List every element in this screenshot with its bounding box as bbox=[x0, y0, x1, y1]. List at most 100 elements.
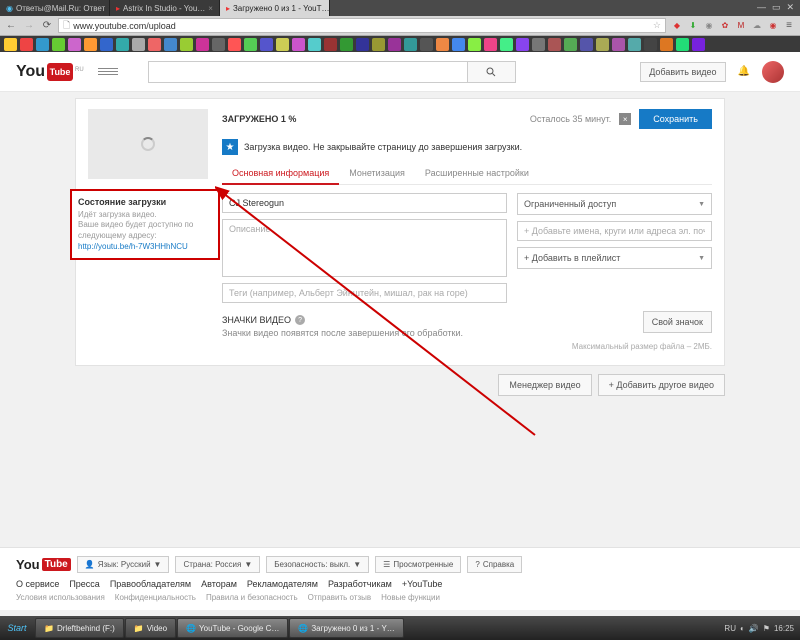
bookmark-icon[interactable] bbox=[372, 38, 385, 51]
footer-link[interactable]: Правообладателям bbox=[110, 579, 191, 589]
bookmark-icon[interactable] bbox=[52, 38, 65, 51]
add-another-video-button[interactable]: + Добавить другое видео bbox=[598, 374, 725, 396]
history-button[interactable]: ☰ Просмотренные bbox=[375, 556, 461, 573]
bookmark-icon[interactable] bbox=[4, 38, 17, 51]
taskbar-item[interactable]: 📁 Drleftbehind (F:) bbox=[35, 618, 124, 638]
taskbar-item[interactable]: 🌐 Загружено 0 из 1 - Y… bbox=[289, 618, 403, 638]
bookmark-icon[interactable] bbox=[356, 38, 369, 51]
footer-link[interactable]: Авторам bbox=[201, 579, 237, 589]
footer-link[interactable]: Разработчикам bbox=[328, 579, 392, 589]
footer-link[interactable]: Правила и безопасность bbox=[206, 593, 298, 602]
bookmark-icon[interactable] bbox=[148, 38, 161, 51]
bookmark-icon[interactable] bbox=[468, 38, 481, 51]
minimize-icon[interactable]: — bbox=[757, 2, 766, 14]
bookmark-icon[interactable] bbox=[404, 38, 417, 51]
privacy-select[interactable]: Ограниченный доступ▼ bbox=[517, 193, 712, 215]
ext-icon[interactable]: M bbox=[734, 19, 748, 33]
bookmark-icon[interactable] bbox=[388, 38, 401, 51]
bookmark-icon[interactable] bbox=[164, 38, 177, 51]
language-button[interactable]: 👤 Язык: Русский ▼ bbox=[77, 556, 170, 573]
footer-link[interactable]: Отправить отзыв bbox=[308, 593, 372, 602]
star-icon[interactable]: ☆ bbox=[653, 20, 661, 31]
bookmark-icon[interactable] bbox=[324, 38, 337, 51]
taskbar-item[interactable]: 📁 Video bbox=[125, 618, 176, 638]
browser-tab[interactable]: ▸Astrix In Studio - You…× bbox=[110, 0, 220, 16]
bookmark-icon[interactable] bbox=[340, 38, 353, 51]
bell-icon[interactable]: 🔔 bbox=[738, 66, 750, 77]
bookmark-icon[interactable] bbox=[548, 38, 561, 51]
add-to-playlist-button[interactable]: + Добавить в плейлист▼ bbox=[517, 247, 712, 269]
bookmark-icon[interactable] bbox=[180, 38, 193, 51]
tab-advanced[interactable]: Расширенные настройки bbox=[415, 163, 539, 184]
bookmark-icon[interactable] bbox=[292, 38, 305, 51]
reload-icon[interactable]: ⟳ bbox=[40, 19, 54, 33]
bookmark-icon[interactable] bbox=[196, 38, 209, 51]
bookmark-icon[interactable] bbox=[20, 38, 33, 51]
video-tags-input[interactable] bbox=[222, 283, 507, 303]
footer-link[interactable]: Условия использования bbox=[16, 593, 105, 602]
bookmark-icon[interactable] bbox=[420, 38, 433, 51]
bookmark-icon[interactable] bbox=[68, 38, 81, 51]
safety-button[interactable]: Безопасность: выкл. ▼ bbox=[266, 556, 369, 573]
search-input[interactable] bbox=[148, 61, 468, 83]
ext-icon[interactable]: ⬇ bbox=[686, 19, 700, 33]
bookmark-icon[interactable] bbox=[484, 38, 497, 51]
bookmark-icon[interactable] bbox=[260, 38, 273, 51]
footer-link[interactable]: О сервисе bbox=[16, 579, 59, 589]
bookmark-icon[interactable] bbox=[84, 38, 97, 51]
ext-icon[interactable]: ✿ bbox=[718, 19, 732, 33]
footer-link[interactable]: +YouTube bbox=[402, 579, 443, 589]
share-with-input[interactable] bbox=[517, 221, 712, 241]
bookmark-icon[interactable] bbox=[500, 38, 513, 51]
close-icon[interactable]: ✕ bbox=[786, 2, 794, 14]
ext-icon[interactable]: ☁ bbox=[750, 19, 764, 33]
video-title-input[interactable] bbox=[222, 193, 507, 213]
bookmark-icon[interactable] bbox=[132, 38, 145, 51]
ext-icon[interactable]: ◉ bbox=[766, 19, 780, 33]
bookmark-icon[interactable] bbox=[628, 38, 641, 51]
video-url-link[interactable]: http://youtu.be/h-7W3HHhNCU bbox=[78, 242, 188, 251]
browser-tab[interactable]: ◉Ответы@Mail.Ru: Ответ× bbox=[0, 0, 110, 16]
bookmark-icon[interactable] bbox=[436, 38, 449, 51]
bookmark-icon[interactable] bbox=[244, 38, 257, 51]
back-icon[interactable]: ← bbox=[4, 19, 18, 33]
footer-link[interactable]: Конфиденциальность bbox=[115, 593, 196, 602]
bookmark-icon[interactable] bbox=[532, 38, 545, 51]
maximize-icon[interactable]: ▭ bbox=[772, 2, 781, 14]
bookmark-icon[interactable] bbox=[564, 38, 577, 51]
bookmark-icon[interactable] bbox=[644, 38, 657, 51]
youtube-logo[interactable]: You Tube RU bbox=[16, 63, 84, 81]
upload-video-button[interactable]: Добавить видео bbox=[640, 62, 725, 82]
bookmark-icon[interactable] bbox=[212, 38, 225, 51]
guide-menu-icon[interactable] bbox=[98, 63, 118, 81]
bookmark-icon[interactable] bbox=[116, 38, 129, 51]
ext-icon[interactable]: ◉ bbox=[702, 19, 716, 33]
bookmark-icon[interactable] bbox=[596, 38, 609, 51]
search-button[interactable] bbox=[468, 61, 516, 83]
cancel-upload-icon[interactable]: × bbox=[619, 113, 631, 125]
tray-icon[interactable]: 🔊 bbox=[749, 624, 759, 633]
help-icon[interactable]: ? bbox=[295, 315, 305, 325]
bookmark-icon[interactable] bbox=[452, 38, 465, 51]
forward-icon[interactable]: → bbox=[22, 19, 36, 33]
footer-link[interactable]: Рекламодателям bbox=[247, 579, 318, 589]
footer-link[interactable]: Новые функции bbox=[381, 593, 440, 602]
ext-icon[interactable]: ◆ bbox=[670, 19, 684, 33]
start-button[interactable]: Start bbox=[0, 616, 34, 640]
save-button[interactable]: Сохранить bbox=[639, 109, 712, 129]
tab-monetization[interactable]: Монетизация bbox=[339, 163, 415, 184]
custom-thumbnail-button[interactable]: Свой значок bbox=[643, 311, 712, 333]
youtube-logo[interactable]: You Tube bbox=[16, 557, 71, 572]
tray-language[interactable]: RU bbox=[724, 624, 736, 633]
bookmark-icon[interactable] bbox=[692, 38, 705, 51]
menu-icon[interactable]: ≡ bbox=[782, 19, 796, 33]
bookmark-icon[interactable] bbox=[580, 38, 593, 51]
address-bar[interactable]: 🗋 www.youtube.com/upload ☆ bbox=[58, 18, 666, 33]
bookmark-icon[interactable] bbox=[36, 38, 49, 51]
bookmark-icon[interactable] bbox=[676, 38, 689, 51]
bookmark-icon[interactable] bbox=[516, 38, 529, 51]
bookmark-icon[interactable] bbox=[660, 38, 673, 51]
taskbar-item[interactable]: 🌐 YouTube - Google C… bbox=[177, 618, 288, 638]
close-icon[interactable]: × bbox=[208, 4, 213, 13]
tab-basic-info[interactable]: Основная информация bbox=[222, 163, 339, 185]
